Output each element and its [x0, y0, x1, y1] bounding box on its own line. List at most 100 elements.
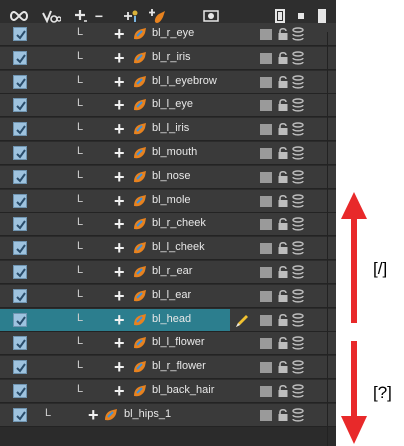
expand-plus-icon[interactable]: + [88, 405, 99, 425]
lock-icon[interactable] [277, 360, 289, 374]
expand-plus-icon[interactable]: + [114, 48, 125, 68]
layer-row[interactable]: L + bl_l_eye [0, 94, 336, 118]
layer-row[interactable]: L + bl_back_hair [0, 380, 336, 403]
layer-enable-checkbox[interactable] [13, 193, 27, 208]
expand-plus-icon[interactable]: + [114, 24, 125, 44]
layer-row[interactable]: L + bl_l_cheek [0, 237, 336, 261]
lock-icon[interactable] [277, 146, 289, 160]
layer-color-swatch[interactable] [260, 52, 272, 64]
layer-color-swatch[interactable] [260, 100, 272, 112]
layer-stack-icon[interactable] [292, 193, 304, 208]
layer-enable-checkbox[interactable] [13, 241, 27, 256]
layer-name[interactable]: bl_mole [152, 194, 191, 206]
layer-name[interactable]: bl_nose [152, 170, 191, 182]
layer-color-swatch[interactable] [260, 124, 272, 136]
layer-name[interactable]: bl_l_flower [152, 336, 205, 348]
layer-enable-checkbox[interactable] [13, 336, 27, 351]
layer-color-swatch[interactable] [260, 29, 272, 40]
layer-enable-checkbox[interactable] [13, 217, 27, 232]
expand-plus-icon[interactable]: + [114, 214, 125, 234]
lock-icon[interactable] [277, 408, 289, 422]
layer-enable-checkbox[interactable] [13, 169, 27, 184]
expand-plus-icon[interactable]: + [114, 310, 125, 330]
layer-color-swatch[interactable] [260, 409, 272, 421]
layer-enable-checkbox[interactable] [13, 74, 27, 89]
layer-color-swatch[interactable] [260, 362, 272, 374]
expand-plus-icon[interactable]: + [114, 333, 125, 353]
layer-row[interactable]: L + bl_l_eyebrow [0, 70, 336, 94]
layer-name[interactable]: bl_hips_1 [124, 408, 171, 420]
layer-stack-icon[interactable] [292, 217, 304, 231]
layer-color-swatch[interactable] [260, 219, 272, 231]
expand-plus-icon[interactable]: + [114, 95, 125, 115]
layer-name[interactable]: bl_r_cheek [152, 217, 206, 229]
layer-row[interactable]: L + bl_r_flower [0, 356, 336, 380]
layer-row[interactable]: L + bl_l_flower [0, 332, 336, 356]
expand-plus-icon[interactable]: + [114, 119, 125, 139]
layer-row[interactable]: L + bl_r_cheek [0, 213, 336, 237]
expand-plus-icon[interactable]: + [114, 72, 125, 92]
expand-plus-icon[interactable]: + [114, 357, 125, 377]
layer-name[interactable]: bl_r_flower [152, 360, 206, 372]
layer-color-swatch[interactable] [260, 243, 272, 255]
layer-stack-icon[interactable] [292, 122, 304, 136]
lock-icon[interactable] [277, 75, 289, 89]
layer-enable-checkbox[interactable] [13, 265, 27, 279]
layer-enable-checkbox[interactable] [13, 98, 27, 113]
expand-plus-icon[interactable]: + [114, 286, 125, 306]
lock-icon[interactable] [277, 336, 289, 350]
layer-row[interactable]: L + bl_mole [0, 189, 336, 213]
lock-icon[interactable] [277, 265, 289, 279]
lock-icon[interactable] [277, 217, 289, 231]
layer-enable-checkbox[interactable] [13, 146, 27, 160]
layer-name[interactable]: bl_mouth [152, 146, 197, 158]
lock-icon[interactable] [277, 51, 289, 65]
expand-plus-icon[interactable]: + [114, 167, 125, 187]
layer-name[interactable]: bl_l_iris [152, 122, 189, 134]
expand-plus-icon[interactable]: + [114, 143, 125, 163]
lock-icon[interactable] [277, 122, 289, 136]
layer-row[interactable]: L + bl_nose [0, 165, 336, 189]
layer-stack-icon[interactable] [292, 51, 304, 65]
layer-stack-icon[interactable] [292, 265, 304, 279]
layer-row[interactable]: L + bl_r_eye [0, 23, 336, 46]
layer-color-swatch[interactable] [260, 314, 272, 326]
layer-name[interactable]: bl_back_hair [152, 384, 214, 396]
layer-color-swatch[interactable] [260, 338, 272, 350]
layer-row[interactable]: L + bl_head [0, 308, 336, 332]
layer-stack-icon[interactable] [292, 74, 304, 89]
lock-icon[interactable] [277, 170, 289, 184]
expand-plus-icon[interactable]: + [114, 238, 125, 258]
expand-plus-icon[interactable]: + [114, 381, 125, 401]
layer-color-swatch[interactable] [260, 171, 272, 183]
layer-stack-icon[interactable] [292, 98, 304, 112]
layer-name[interactable]: bl_l_cheek [152, 241, 205, 253]
layer-color-swatch[interactable] [260, 267, 272, 278]
layer-name[interactable]: bl_l_ear [152, 289, 191, 301]
layer-stack-icon[interactable] [292, 408, 304, 422]
layer-color-swatch[interactable] [260, 195, 272, 207]
pencil-edit-icon[interactable] [234, 313, 250, 329]
lock-icon[interactable] [277, 289, 289, 303]
layer-enable-checkbox[interactable] [13, 27, 27, 41]
layer-enable-checkbox[interactable] [13, 122, 27, 137]
layer-enable-checkbox[interactable] [13, 407, 27, 422]
layer-stack-icon[interactable] [292, 241, 304, 255]
lock-icon[interactable] [277, 98, 289, 112]
lock-icon[interactable] [277, 194, 289, 208]
layer-enable-checkbox[interactable] [13, 50, 27, 65]
expand-plus-icon[interactable]: + [114, 262, 125, 282]
layer-stack-icon[interactable] [292, 312, 304, 327]
layer-stack-icon[interactable] [292, 27, 304, 41]
layer-name[interactable]: bl_r_iris [152, 51, 191, 63]
layer-name[interactable]: bl_l_eye [152, 98, 193, 110]
layer-color-swatch[interactable] [260, 76, 272, 88]
lock-icon[interactable] [277, 27, 289, 41]
layer-enable-checkbox[interactable] [13, 288, 27, 303]
expand-plus-icon[interactable]: + [114, 191, 125, 211]
layer-stack-icon[interactable] [292, 360, 304, 374]
layer-enable-checkbox[interactable] [13, 384, 27, 398]
layer-stack-icon[interactable] [292, 289, 304, 303]
layer-color-swatch[interactable] [260, 386, 272, 397]
layer-name[interactable]: bl_r_ear [152, 265, 192, 277]
